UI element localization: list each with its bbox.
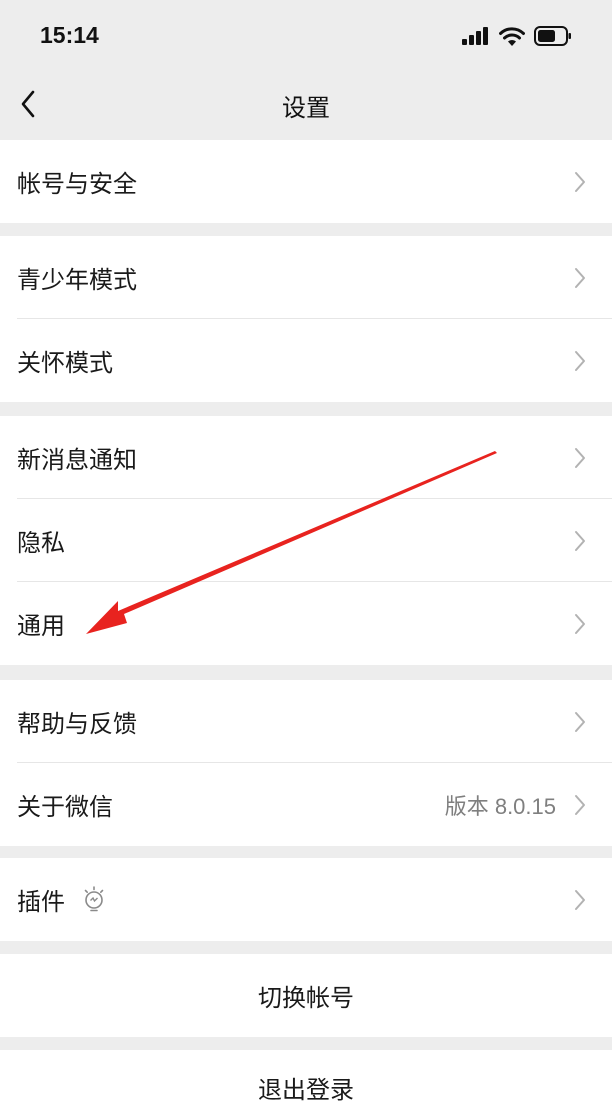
settings-item-privacy[interactable]: 隐私 bbox=[0, 499, 612, 582]
chevron-right-icon bbox=[575, 171, 585, 192]
settings-item-general[interactable]: 通用 bbox=[0, 582, 612, 665]
wifi-icon bbox=[499, 26, 525, 46]
chevron-right-icon bbox=[575, 350, 585, 371]
battery-icon bbox=[534, 26, 571, 46]
nav-bar: 设置 bbox=[0, 70, 612, 140]
status-bar: 15:14 bbox=[0, 0, 612, 70]
chevron-right-icon bbox=[575, 889, 585, 910]
settings-item-label: 帐号与安全 bbox=[17, 170, 137, 198]
logout-label: 退出登录 bbox=[258, 1076, 354, 1104]
chevron-right-icon bbox=[575, 794, 585, 815]
chevron-right-icon bbox=[575, 613, 585, 634]
signal-icon bbox=[462, 27, 488, 45]
settings-item-account-security[interactable]: 帐号与安全 bbox=[0, 140, 612, 223]
settings-group-plugins: 插件 bbox=[0, 858, 612, 941]
settings-item-label: 关于微信 bbox=[17, 793, 113, 821]
switch-account-button[interactable]: 切换帐号 bbox=[0, 954, 612, 1037]
settings-item-label: 青少年模式 bbox=[17, 266, 137, 294]
settings-item-plugins[interactable]: 插件 bbox=[0, 858, 612, 941]
plugin-bulb-icon bbox=[84, 886, 104, 912]
settings-item-notifications[interactable]: 新消息通知 bbox=[0, 416, 612, 499]
settings-item-about-wechat[interactable]: 关于微信 版本 8.0.15 bbox=[0, 763, 612, 846]
chevron-right-icon bbox=[575, 530, 585, 551]
settings-item-label: 帮助与反馈 bbox=[17, 710, 137, 738]
logout-group: 退出登录 bbox=[0, 1050, 612, 1117]
settings-item-label: 隐私 bbox=[17, 529, 65, 557]
settings-item-label: 关怀模式 bbox=[17, 349, 113, 377]
settings-item-label: 通用 bbox=[17, 612, 65, 640]
settings-item-label: 新消息通知 bbox=[17, 446, 137, 474]
settings-item-help-feedback[interactable]: 帮助与反馈 bbox=[0, 680, 612, 763]
settings-item-label: 插件 bbox=[17, 888, 65, 916]
page-title: 设置 bbox=[282, 94, 330, 122]
version-value: 版本 8.0.15 bbox=[444, 793, 556, 819]
chevron-right-icon bbox=[575, 711, 585, 732]
chevron-right-icon bbox=[575, 267, 585, 288]
settings-group-modes: 青少年模式 关怀模式 bbox=[0, 236, 612, 402]
switch-account-label: 切换帐号 bbox=[258, 984, 354, 1012]
logout-button[interactable]: 退出登录 bbox=[0, 1050, 612, 1117]
settings-item-teen-mode[interactable]: 青少年模式 bbox=[0, 236, 612, 319]
status-icons bbox=[462, 26, 572, 46]
settings-group-account: 帐号与安全 bbox=[0, 140, 612, 223]
settings-group-general: 新消息通知 隐私 通用 bbox=[0, 416, 612, 665]
switch-account-group: 切换帐号 bbox=[0, 954, 612, 1037]
status-time: 15:14 bbox=[40, 22, 99, 48]
settings-item-care-mode[interactable]: 关怀模式 bbox=[0, 319, 612, 402]
settings-group-about: 帮助与反馈 关于微信 版本 8.0.15 bbox=[0, 680, 612, 846]
chevron-right-icon bbox=[575, 447, 585, 468]
